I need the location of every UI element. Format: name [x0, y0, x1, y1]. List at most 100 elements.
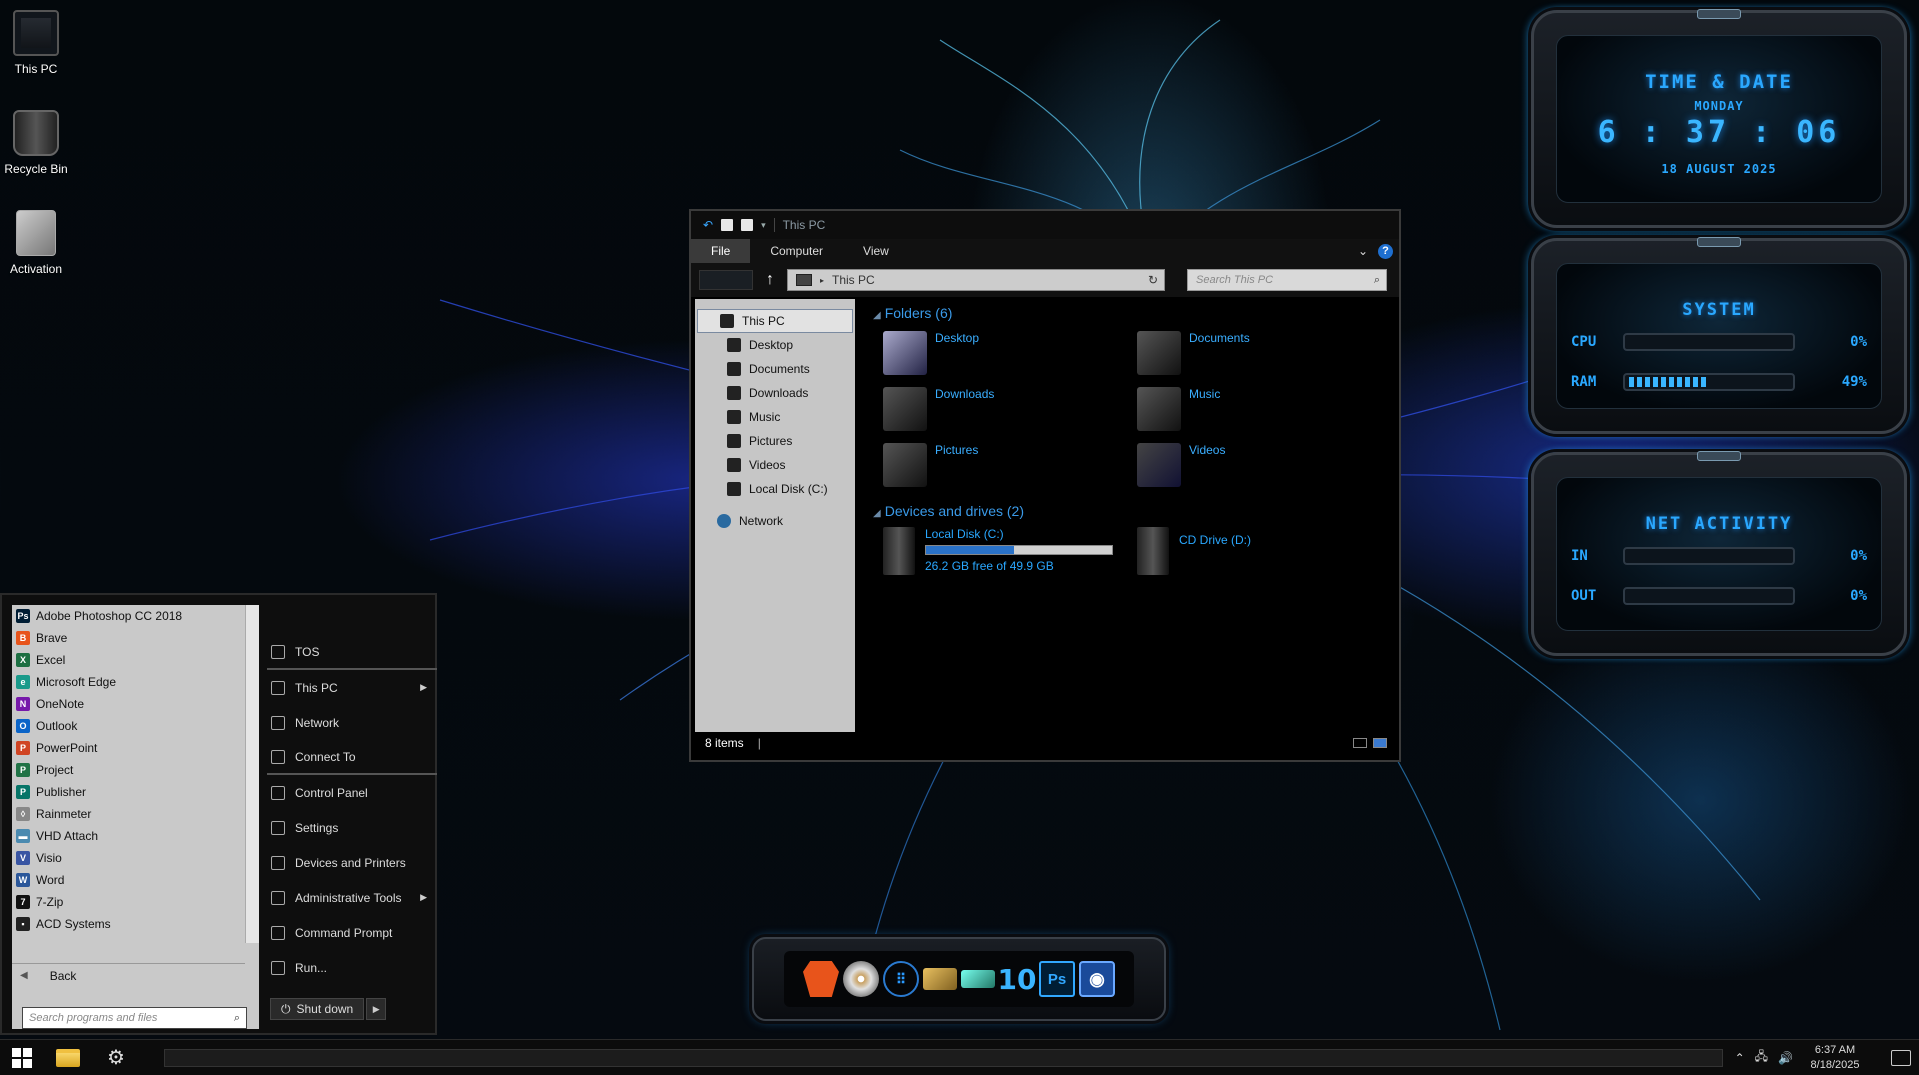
taskbar-settings[interactable]: ⚙ — [92, 1040, 140, 1075]
start-place-item[interactable]: Network — [267, 705, 437, 740]
nav-item-network[interactable]: Network — [695, 509, 855, 533]
back-forward-buttons[interactable] — [699, 270, 753, 290]
net-activity-widget[interactable]: NET ACTIVITY IN 0% OUT 0% — [1531, 451, 1907, 656]
folder-videos[interactable]: Videos — [1137, 443, 1391, 487]
desktop-icon-activation[interactable]: Activation — [0, 210, 74, 276]
program-item[interactable]: 7 7-Zip — [12, 891, 259, 913]
program-item[interactable]: ◊ Rainmeter — [12, 803, 259, 825]
desktop-icon-this-pc[interactable]: This PC — [0, 10, 74, 76]
start-place-item[interactable]: Administrative Tools ▶ — [267, 880, 437, 915]
drive-local-disk[interactable]: Local Disk (C:) 26.2 GB free of 49.9 GB — [883, 527, 1137, 581]
nav-item-documents[interactable]: Documents — [695, 357, 855, 381]
photoshop-icon[interactable]: Ps — [1039, 961, 1075, 997]
start-place-item[interactable]: This PC ▶ — [267, 670, 437, 705]
folder-music[interactable]: Music — [1137, 387, 1391, 431]
program-item[interactable]: O Outlook — [12, 715, 259, 737]
search-placeholder: Search This PC — [1196, 274, 1274, 286]
program-item[interactable]: Ps Adobe Photoshop CC 2018 — [12, 605, 259, 627]
refresh-icon[interactable]: ↻ — [1148, 273, 1158, 287]
program-list-scrollbar[interactable] — [245, 605, 259, 943]
properties-icon[interactable] — [721, 219, 734, 231]
program-item[interactable]: X Excel — [12, 649, 259, 671]
brave-icon[interactable] — [803, 961, 839, 997]
program-item[interactable]: P Project — [12, 759, 259, 781]
collapse-icon[interactable]: ◢ — [873, 310, 881, 321]
folder-desktop[interactable]: Desktop — [883, 331, 1137, 375]
breadcrumb-arrow-icon[interactable]: ▸ — [820, 276, 824, 285]
folder-pictures[interactable]: Pictures — [883, 443, 1137, 487]
program-item[interactable]: ▬ VHD Attach — [12, 825, 259, 847]
notification-center-icon[interactable] — [1891, 1049, 1911, 1066]
program-item[interactable]: B Brave — [12, 627, 259, 649]
start-place-item[interactable]: Command Prompt — [267, 915, 437, 950]
nav-item-downloads[interactable]: Downloads — [695, 381, 855, 405]
dvd-icon[interactable] — [843, 961, 879, 997]
program-item[interactable]: N OneNote — [12, 693, 259, 715]
back-button[interactable]: ◀ Back — [12, 963, 245, 987]
customize-toolbar-icon[interactable]: ▾ — [761, 220, 766, 231]
nav-item-music[interactable]: Music — [695, 405, 855, 429]
camera-icon[interactable]: ◉ — [1079, 961, 1115, 997]
taskbar-task-area[interactable] — [164, 1048, 1723, 1067]
taskbar-file-explorer[interactable] — [44, 1040, 92, 1075]
help-icon[interactable]: ? — [1378, 243, 1393, 259]
nav-item-local-disk[interactable]: Local Disk (C:) — [695, 477, 855, 501]
start-button[interactable] — [0, 1040, 44, 1075]
drive-icon[interactable] — [961, 970, 995, 988]
explorer-titlebar[interactable]: ↶ ▾ This PC — [691, 211, 1399, 239]
program-item[interactable]: e Microsoft Edge — [12, 671, 259, 693]
details-view-icon[interactable] — [1353, 738, 1367, 748]
widget-handle — [1697, 237, 1741, 247]
program-item[interactable]: W Word — [12, 869, 259, 891]
tab-file[interactable]: File — [691, 239, 751, 263]
search-icon[interactable]: ⌕ — [1374, 274, 1380, 287]
nav-item-pictures[interactable]: Pictures — [695, 429, 855, 453]
tab-computer[interactable]: Computer — [750, 239, 843, 263]
folder-icon — [56, 1048, 80, 1067]
drive-cd[interactable]: CD Drive (D:) — [1137, 527, 1391, 581]
search-icon[interactable]: ⌕ — [234, 1012, 240, 1025]
program-item[interactable]: P Publisher — [12, 781, 259, 803]
folder-downloads[interactable]: Downloads — [883, 387, 1137, 431]
dots-app-icon[interactable]: ⠿ — [883, 961, 919, 997]
nav-item-videos[interactable]: Videos — [695, 453, 855, 477]
explorer-window[interactable]: ↶ ▾ This PC File Computer View ⌄ ? ↑ ▸ T… — [689, 209, 1401, 762]
expand-ribbon-icon[interactable]: ⌄ — [1358, 244, 1368, 258]
tray-overflow-icon[interactable]: ⌃ — [1735, 1051, 1745, 1065]
start-place-item[interactable]: Devices and Printers — [267, 845, 437, 880]
tiles-view-icon[interactable] — [1373, 738, 1387, 748]
program-item[interactable]: V Visio — [12, 847, 259, 869]
shutdown-options-button[interactable]: ▶ — [366, 998, 387, 1020]
system-widget[interactable]: SYSTEM CPU 0% RAM 49% — [1531, 237, 1907, 434]
brave-icon: B — [16, 631, 30, 645]
folders-group-header[interactable]: ◢ Folders (6) — [873, 305, 1391, 321]
time-date-widget[interactable]: TIME & DATE MONDAY 6 : 37 : 06 18 AUGUST… — [1531, 9, 1907, 228]
windows-10-icon[interactable]: 10 — [998, 961, 1037, 997]
folder-documents[interactable]: Documents — [1137, 331, 1391, 375]
start-place-item[interactable]: TOS — [267, 635, 437, 670]
breadcrumb[interactable]: This PC — [832, 273, 875, 287]
taskbar-clock[interactable]: 6:37 AM 8/18/2025 — [1803, 1043, 1867, 1073]
start-place-item[interactable]: Connect To — [267, 740, 437, 775]
package-icon[interactable] — [923, 968, 957, 990]
up-arrow-icon[interactable]: ↑ — [761, 271, 779, 289]
start-place-item[interactable]: Run... — [267, 950, 437, 985]
search-input[interactable]: Search This PC ⌕ — [1187, 269, 1387, 291]
program-item[interactable]: ▪ ACD Systems — [12, 913, 259, 935]
nav-item-this-pc[interactable]: This PC — [697, 309, 853, 333]
start-place-item[interactable]: Settings — [267, 810, 437, 845]
drives-group-header[interactable]: ◢ Devices and drives (2) — [873, 503, 1391, 519]
start-place-item[interactable]: Control Panel — [267, 775, 437, 810]
new-folder-icon[interactable] — [741, 219, 754, 231]
network-icon[interactable]: 🖧 — [1755, 1047, 1768, 1068]
nav-item-desktop[interactable]: Desktop — [695, 333, 855, 357]
volume-icon[interactable]: 🔊 — [1778, 1051, 1793, 1065]
program-item[interactable]: P PowerPoint — [12, 737, 259, 759]
tab-view[interactable]: View — [843, 239, 909, 263]
undo-icon[interactable]: ↶ — [703, 218, 713, 232]
shutdown-button[interactable]: ⏻ Shut down — [270, 998, 365, 1020]
desktop-icon-recycle-bin[interactable]: Recycle Bin — [0, 110, 74, 176]
address-bar[interactable]: ▸ This PC ↻ — [787, 269, 1165, 291]
start-search-input[interactable]: Search programs and files ⌕ — [22, 1007, 247, 1029]
collapse-icon[interactable]: ◢ — [873, 508, 881, 519]
